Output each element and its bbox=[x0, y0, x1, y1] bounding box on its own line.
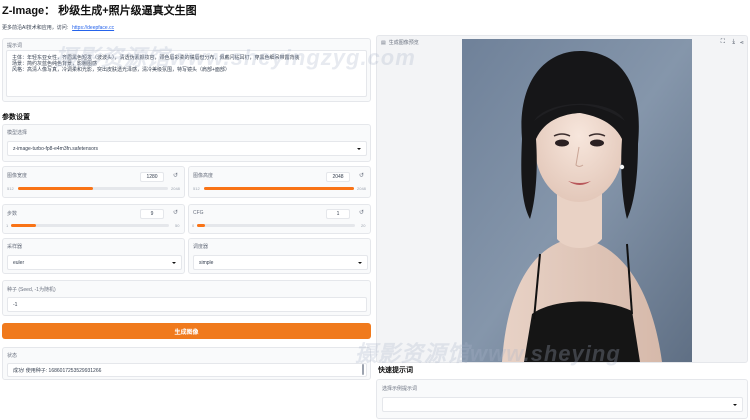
chevron-down-icon bbox=[358, 261, 362, 264]
quick-prompts-title: 快速提示词 bbox=[378, 367, 413, 374]
width-min-label: 512 bbox=[7, 186, 14, 191]
prompt-panel: 提示词 主体：年轻东亚女性，齐眉黑色短发（波波头），清透伪素颜妆容，颈色唇彩柔的… bbox=[2, 38, 371, 102]
quick-prompts-panel: 选择示例提示词 bbox=[376, 379, 748, 419]
width-label: 图像宽度 bbox=[7, 173, 28, 179]
height-max-label: 2048 bbox=[357, 186, 366, 191]
status-value: 成功! 使用种子: 1686017253529931266 bbox=[13, 367, 102, 374]
width-reset-icon[interactable]: ↺ bbox=[173, 172, 178, 179]
width-panel: 图像宽度 1280 ↺ 512 2048 bbox=[2, 166, 185, 198]
params-section-title: 参数设置 bbox=[2, 114, 30, 121]
sampler-select[interactable]: euler bbox=[7, 255, 182, 270]
image-preview-header: ▤ 生成图像预览 bbox=[381, 39, 419, 47]
steps-panel: 步数 9 ↺ 1 50 bbox=[2, 204, 185, 234]
cfg-input[interactable]: 1 bbox=[326, 209, 350, 219]
cfg-min-label: 0 bbox=[192, 223, 195, 228]
scheduler-label: 调度器 bbox=[193, 244, 209, 250]
height-slider[interactable] bbox=[204, 187, 354, 190]
chevron-down-icon bbox=[733, 403, 737, 406]
seed-panel: 种子 (Seed, -1为随机) -1 bbox=[2, 280, 371, 316]
scheduler-select[interactable]: simple bbox=[193, 255, 368, 270]
steps-min-label: 1 bbox=[6, 223, 9, 228]
prompt-line: 风格：高清人像写真，冷调柔和光影，突出皮肤透光泽感，清冷美级氛围，特写镜头（肩部… bbox=[12, 67, 230, 73]
steps-max-label: 50 bbox=[175, 223, 180, 228]
width-slider-fill bbox=[18, 187, 93, 190]
share-icon[interactable]: ⋖ bbox=[740, 40, 744, 46]
model-select[interactable]: z-image-turbo-fp8-e4m3fn.safetensors bbox=[7, 141, 367, 156]
steps-reset-icon[interactable]: ↺ bbox=[173, 209, 178, 216]
steps-label: 步数 bbox=[7, 211, 18, 217]
scheduler-select-value: simple bbox=[199, 259, 214, 266]
cfg-slider[interactable] bbox=[197, 224, 355, 227]
model-label: 模型选择 bbox=[7, 130, 28, 136]
sampler-panel: 采样器 euler bbox=[2, 238, 185, 274]
cfg-label: CFG bbox=[193, 210, 204, 216]
page-subtitle: 更多前沿AI技术和应用，访问: https://deepface.cc bbox=[2, 24, 114, 31]
steps-slider[interactable] bbox=[11, 224, 169, 227]
width-input[interactable]: 1280 bbox=[140, 172, 164, 182]
status-label: 状态 bbox=[7, 353, 18, 359]
height-panel: 图像高度 2048 ↺ 512 2048 bbox=[188, 166, 371, 198]
model-select-value: z-image-turbo-fp8-e4m3fn.safetensors bbox=[13, 145, 99, 152]
quick-prompts-label: 选择示例提示词 bbox=[382, 386, 418, 392]
chevron-down-icon bbox=[172, 261, 176, 264]
fullscreen-icon[interactable]: ⛶ bbox=[721, 39, 725, 46]
scroll-handle[interactable] bbox=[362, 364, 364, 375]
height-reset-icon[interactable]: ↺ bbox=[359, 172, 364, 179]
width-slider[interactable] bbox=[18, 187, 168, 190]
generated-image bbox=[462, 39, 692, 362]
steps-input[interactable]: 9 bbox=[140, 209, 164, 219]
steps-slider-fill bbox=[11, 224, 37, 227]
sampler-select-value: euler bbox=[13, 259, 25, 266]
prompt-label: 提示词 bbox=[7, 43, 23, 49]
deepface-link[interactable]: https://deepface.cc bbox=[72, 25, 114, 31]
seed-label: 种子 (Seed, -1为随机) bbox=[7, 287, 56, 293]
scheduler-panel: 调度器 simple bbox=[188, 238, 371, 274]
cfg-reset-icon[interactable]: ↺ bbox=[359, 209, 364, 216]
cfg-max-label: 20 bbox=[361, 223, 366, 228]
height-input[interactable]: 2048 bbox=[326, 172, 350, 182]
sampler-label: 采样器 bbox=[7, 244, 23, 250]
image-preview-panel: ▤ 生成图像预览 ⛶ ⤓ ⋖ bbox=[376, 35, 748, 363]
seed-input[interactable]: -1 bbox=[7, 297, 367, 312]
seed-input-value: -1 bbox=[13, 301, 18, 308]
quick-prompts-select[interactable] bbox=[382, 397, 743, 412]
cfg-panel: CFG 1 ↺ 0 20 bbox=[188, 204, 371, 234]
height-min-label: 512 bbox=[193, 186, 200, 191]
page-title: Z-Image： 秒级生成+照片级逼真文生图 bbox=[2, 5, 197, 17]
chevron-down-icon bbox=[357, 147, 361, 150]
status-panel: 状态 成功! 使用种子: 1686017253529931266 bbox=[2, 347, 371, 380]
image-icon: ▤ bbox=[381, 39, 386, 46]
cfg-slider-fill bbox=[197, 224, 205, 227]
image-preview-label: 生成图像预览 bbox=[388, 40, 419, 46]
height-slider-fill bbox=[204, 187, 354, 190]
height-label: 图像高度 bbox=[193, 173, 214, 179]
prompt-textarea[interactable]: 主体：年轻东亚女性，齐眉黑色短发（波波头），清透伪素颜妆容，颈色唇彩柔的嘴唇但分… bbox=[6, 50, 367, 97]
subtitle-text: 更多前沿AI技术和应用，访问: bbox=[2, 25, 69, 31]
generate-button[interactable]: 生成图像 bbox=[2, 323, 371, 339]
model-panel: 模型选择 z-image-turbo-fp8-e4m3fn.safetensor… bbox=[2, 124, 371, 162]
download-icon[interactable]: ⤓ bbox=[732, 39, 735, 46]
status-output: 成功! 使用种子: 1686017253529931266 bbox=[7, 363, 367, 377]
width-max-label: 2048 bbox=[171, 186, 180, 191]
